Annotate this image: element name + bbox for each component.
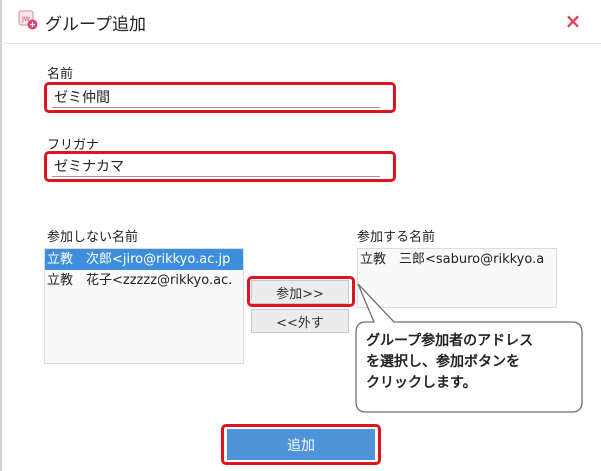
callout-line-3: クリックします。 xyxy=(366,375,477,391)
add-button[interactable]: 追加 xyxy=(227,429,375,460)
name-input[interactable] xyxy=(52,86,380,108)
kana-input[interactable] xyxy=(52,155,380,177)
group-add-icon: JW xyxy=(18,10,38,30)
list-item[interactable]: 立教 花子<zzzzz@rikkyo.ac. xyxy=(45,270,243,291)
members-label: 参加する名前 xyxy=(357,230,436,245)
dialog-title: グループ追加 xyxy=(45,15,146,35)
name-label: 名前 xyxy=(47,67,74,82)
name-field-wrap xyxy=(52,86,380,108)
callout-line-2: を選択し、参加ボタンを xyxy=(366,354,520,370)
list-item[interactable]: 立教 三郎<saburo@rikkyo.a xyxy=(358,249,556,270)
not-members-list[interactable]: 立教 次郎<jiro@rikkyo.ac.jp 立教 花子<zzzzz@rikky… xyxy=(44,248,244,364)
dialog-titlebar: JW グループ追加 × xyxy=(0,0,601,44)
title-divider xyxy=(0,43,601,44)
window-edge xyxy=(0,0,2,471)
callout-text: グループ参加者のアドレス を選択し、参加ボタンを クリックします。 xyxy=(366,331,574,394)
not-members-label: 参加しない名前 xyxy=(47,230,139,245)
close-icon[interactable]: × xyxy=(563,10,583,32)
kana-label: フリガナ xyxy=(47,138,100,153)
callout-line-1: グループ参加者のアドレス xyxy=(366,333,534,349)
list-item[interactable]: 立教 次郎<jiro@rikkyo.ac.jp xyxy=(45,249,243,270)
kana-field-wrap xyxy=(52,155,380,177)
